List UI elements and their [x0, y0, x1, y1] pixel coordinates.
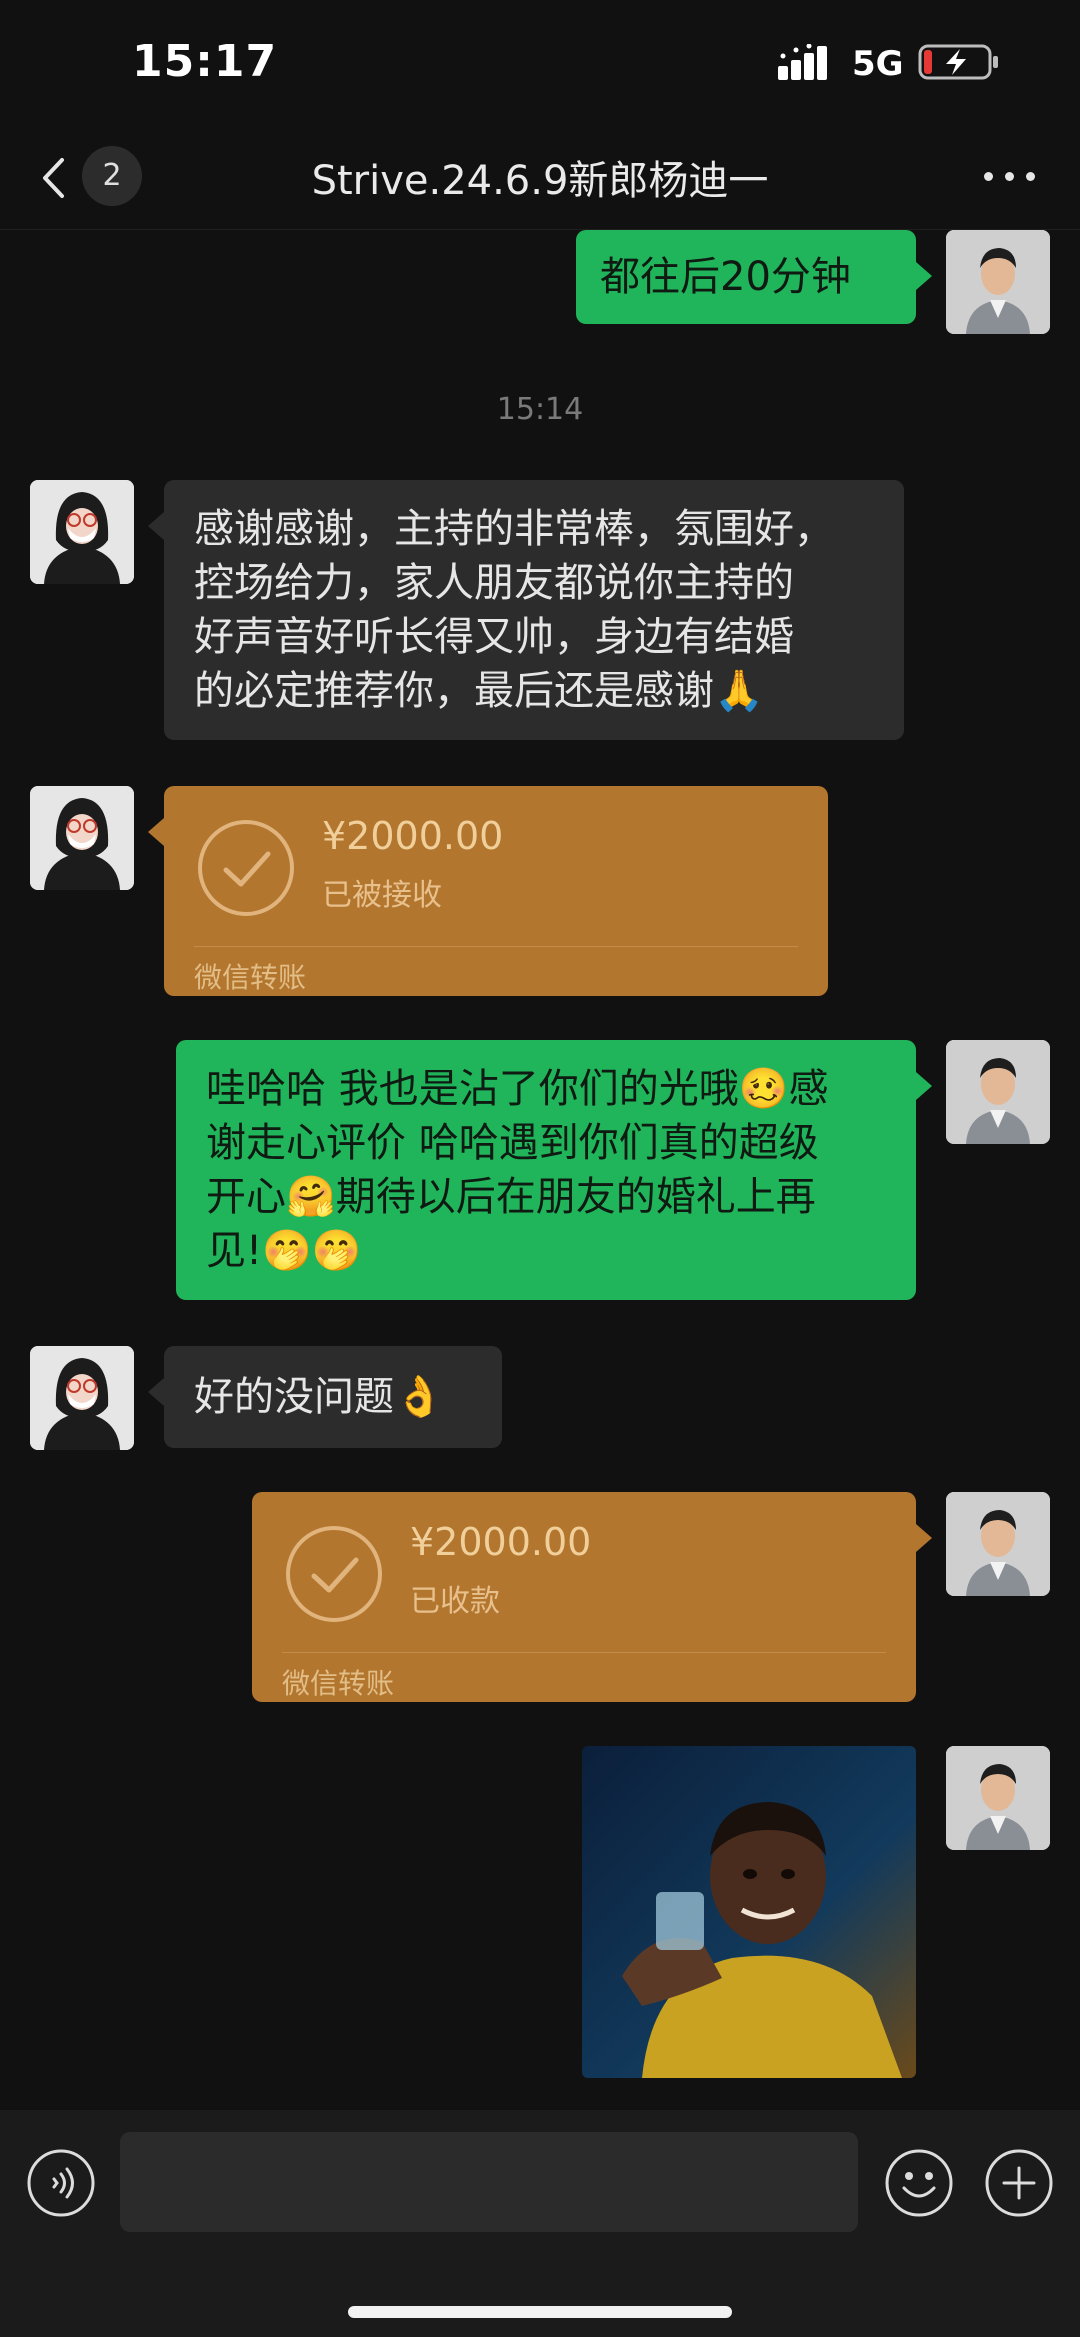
my-avatar[interactable]: [946, 1040, 1050, 1144]
image-message[interactable]: [582, 1746, 916, 2078]
bubble-tail: [148, 1378, 164, 1406]
my-avatar[interactable]: [946, 230, 1050, 334]
message-bubble-sent[interactable]: 都往后20分钟: [576, 230, 916, 324]
bubble-tail: [148, 818, 164, 846]
transfer-amount: ¥2000.00: [410, 1520, 592, 1564]
status-bar: 15:17 5G: [0, 0, 1080, 120]
message-text-line: 谢走心评价 哈哈遇到你们真的超级: [206, 1120, 819, 1166]
message-bubble-received[interactable]: 好的没问题👌: [164, 1346, 502, 1448]
more-dots-icon: [984, 172, 993, 181]
person-avatar-icon: [946, 230, 1050, 334]
transfer-card-received[interactable]: ¥2000.00 已被接收 微信转账: [164, 786, 828, 996]
message-text: 好的没问题👌: [194, 1374, 444, 1420]
bubble-tail: [916, 1524, 932, 1552]
message-text-line: 的必定推荐你，最后还是感谢🙏: [194, 668, 764, 714]
transfer-status: 已被接收: [322, 878, 442, 913]
chevron-left-icon: [43, 158, 64, 198]
person-avatar-icon: [30, 480, 134, 584]
my-avatar[interactable]: [946, 1492, 1050, 1596]
check-circle-icon: [198, 820, 294, 916]
person-avatar-icon: [30, 786, 134, 890]
transfer-footer: 微信转账: [194, 961, 307, 994]
check-circle-icon: [286, 1526, 382, 1622]
message-text-line: 控场给力，家人朋友都说你主持的: [194, 560, 794, 606]
battery-icon: [918, 44, 998, 80]
contact-avatar[interactable]: [30, 1346, 134, 1450]
transfer-status: 已收款: [410, 1584, 500, 1619]
person-avatar-icon: [946, 1746, 1050, 1850]
unread-count-badge: 2: [82, 146, 142, 206]
person-avatar-icon: [946, 1040, 1050, 1144]
transfer-amount: ¥2000.00: [322, 814, 504, 858]
home-indicator[interactable]: [348, 2306, 732, 2318]
message-bubble-sent[interactable]: 哇哈哈 我也是沾了你们的光哦🥴感 谢走心评价 哈哈遇到你们真的超级 开心🤗期待以…: [176, 1040, 916, 1300]
bubble-tail: [916, 262, 932, 290]
bubble-tail: [916, 1072, 932, 1100]
message-text: 都往后20分钟: [600, 254, 851, 300]
message-text-line: 感谢感谢，主持的非常棒，氛围好，: [194, 506, 834, 552]
transfer-card-sent[interactable]: ¥2000.00 已收款 微信转账: [252, 1492, 916, 1702]
input-bar: [0, 2110, 1080, 2337]
voice-icon[interactable]: [26, 2148, 96, 2218]
bubble-tail: [148, 512, 164, 540]
chat-header: 2 Strive.24.6.9新郎杨迪一: [0, 120, 1080, 230]
network-label: 5G: [852, 44, 904, 84]
message-text-line: 哇哈哈 我也是沾了你们的光哦🥴感: [206, 1066, 829, 1112]
chat-title: Strive.24.6.9新郎杨迪一: [311, 158, 769, 204]
smile-icon[interactable]: [884, 2148, 954, 2218]
my-avatar[interactable]: [946, 1746, 1050, 1850]
transfer-footer: 微信转账: [282, 1667, 395, 1700]
person-avatar-icon: [946, 1492, 1050, 1596]
message-bubble-received[interactable]: 感谢感谢，主持的非常棒，氛围好， 控场给力，家人朋友都说你主持的 好声音好听长得…: [164, 480, 904, 740]
message-text-line: 好声音好听长得又帅，身边有结婚: [194, 614, 794, 660]
message-input[interactable]: [120, 2132, 858, 2232]
contact-avatar[interactable]: [30, 480, 134, 584]
message-text-line: 开心🤗期待以后在朋友的婚礼上再: [206, 1174, 816, 1220]
divider: [194, 946, 798, 947]
person-avatar-icon: [30, 1346, 134, 1450]
contact-avatar[interactable]: [30, 786, 134, 890]
back-button[interactable]: 2: [30, 142, 160, 208]
timestamp: 15:14: [496, 392, 584, 427]
divider: [282, 1652, 886, 1653]
signal-icon: [778, 44, 827, 80]
more-button[interactable]: [978, 156, 1042, 196]
plus-circle-icon[interactable]: [984, 2148, 1054, 2218]
message-text-line: 见!🤭🤭: [206, 1228, 362, 1274]
toast-gif-image: [582, 1746, 916, 2078]
status-time: 15:17: [132, 36, 278, 87]
